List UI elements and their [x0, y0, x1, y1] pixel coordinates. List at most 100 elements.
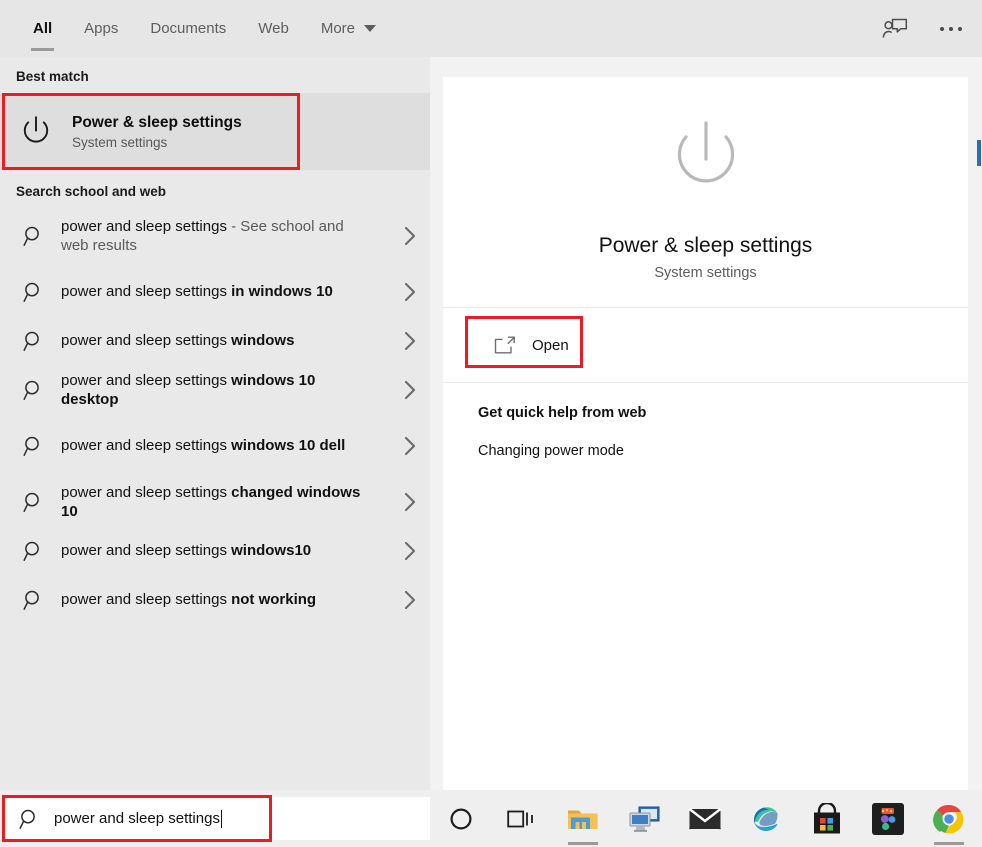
list-item[interactable]: power and sleep settings - See school an… [0, 208, 430, 264]
suggestion-text: power and sleep settings changed windows… [52, 483, 390, 522]
windows-search-flyout: All Apps Documents Web More [0, 0, 982, 847]
suggestion-plain: power and sleep settings [61, 437, 231, 454]
power-icon [658, 115, 754, 211]
chevron-right-icon[interactable] [390, 226, 430, 246]
tab-all-label: All [33, 20, 52, 37]
tab-more-label: More [321, 20, 355, 37]
best-match-result[interactable]: Power & sleep settings System settings [0, 93, 430, 170]
tab-list: All Apps Documents Web More [0, 0, 392, 57]
suggestion-plain: power and sleep settings [61, 542, 231, 559]
open-button[interactable]: Open [478, 323, 593, 367]
text-cursor [221, 810, 222, 828]
suggestion-text: power and sleep settings in windows 10 [52, 282, 390, 302]
tab-all[interactable]: All [17, 0, 68, 57]
preview-card: Power & sleep settings System settings O… [443, 77, 968, 805]
search-icon [16, 589, 52, 611]
preview-title: Power & sleep settings [443, 234, 968, 258]
search-icon [16, 491, 52, 513]
search-icon [16, 435, 52, 457]
taskbar-item-file-explorer[interactable] [552, 790, 613, 847]
feedback-person-icon[interactable] [874, 8, 916, 50]
suggestion-plain: power and sleep settings [61, 283, 231, 300]
taskbar-bar: power and sleep settings [0, 790, 982, 847]
power-icon [14, 113, 58, 151]
taskbar-item-task-view[interactable] [491, 790, 552, 847]
best-match-title: Power & sleep settings [72, 113, 242, 132]
list-item[interactable]: power and sleep settings changed windows… [0, 474, 430, 530]
list-item[interactable]: power and sleep settings windows [0, 320, 430, 362]
tab-apps[interactable]: Apps [68, 0, 134, 57]
preview-card-filler [443, 475, 968, 805]
taskbar-item-figma[interactable] [857, 790, 918, 847]
taskbar-item-mail[interactable] [674, 790, 735, 847]
taskbar-item-cortana[interactable] [430, 790, 491, 847]
search-input[interactable]: power and sleep settings [6, 797, 430, 840]
preview-panel: Power & sleep settings System settings O… [430, 57, 982, 790]
tab-web-label: Web [258, 20, 289, 37]
chevron-right-icon[interactable] [390, 541, 430, 561]
chevron-right-icon[interactable] [390, 436, 430, 456]
search-icon [16, 281, 52, 303]
best-match-header: Best match [0, 57, 430, 93]
chevron-right-icon[interactable] [390, 492, 430, 512]
chevron-right-icon[interactable] [390, 331, 430, 351]
open-in-new-icon [492, 335, 518, 355]
search-icon [16, 540, 52, 562]
search-input-value: power and sleep settings [54, 810, 220, 827]
preview-subtitle: System settings [443, 265, 968, 281]
open-button-label: Open [532, 337, 569, 354]
suggestion-text: power and sleep settings not working [52, 590, 390, 610]
quick-help-section: Get quick help from web Changing power m… [443, 383, 968, 475]
tab-apps-label: Apps [84, 20, 118, 37]
chevron-down-icon [364, 25, 376, 32]
suggestion-text: power and sleep settings - See school an… [52, 217, 390, 256]
suggestion-plain: power and sleep settings [61, 372, 231, 389]
suggestion-plain: power and sleep settings [61, 218, 227, 235]
search-icon [16, 225, 52, 247]
suggestion-plain: power and sleep settings [61, 332, 231, 349]
tab-web[interactable]: Web [242, 0, 305, 57]
suggestion-bold: windows [231, 332, 294, 349]
taskbar [430, 790, 982, 847]
list-item[interactable]: power and sleep settings windows10 [0, 530, 430, 572]
quick-help-link[interactable]: Changing power mode [478, 443, 968, 459]
search-tab-bar: All Apps Documents Web More [0, 0, 982, 57]
running-indicator [568, 842, 598, 845]
suggestion-text: power and sleep settings windows 10 desk… [52, 371, 390, 410]
preview-actions: Open [443, 308, 968, 382]
tab-bar-actions [874, 0, 972, 57]
suggestion-bold: windows 10 dell [231, 437, 345, 454]
taskbar-item-chrome[interactable] [918, 790, 979, 847]
list-item[interactable]: power and sleep settings in windows 10 [0, 264, 430, 320]
chevron-right-icon[interactable] [390, 590, 430, 610]
search-icon [6, 808, 54, 830]
results-panel: Best match Power & sleep settings System… [0, 57, 430, 790]
suggestion-bold: in windows 10 [231, 283, 333, 300]
tab-documents[interactable]: Documents [134, 0, 242, 57]
preview-hero: Power & sleep settings System settings [443, 77, 968, 307]
more-options-button[interactable] [930, 8, 972, 50]
suggestion-bold: not working [231, 591, 316, 608]
list-item[interactable]: power and sleep settings windows 10 dell [0, 418, 430, 474]
suggestion-plain: power and sleep settings [61, 484, 231, 501]
search-icon [16, 330, 52, 352]
taskbar-item-edge[interactable] [735, 790, 796, 847]
suggestion-bold: windows10 [231, 542, 311, 559]
tab-more[interactable]: More [305, 0, 392, 57]
suggestion-plain: power and sleep settings [61, 591, 231, 608]
chevron-right-icon[interactable] [390, 282, 430, 302]
desktop-edge-strip [974, 57, 982, 790]
desktop-edge-sliver [977, 140, 981, 166]
list-item[interactable]: power and sleep settings windows 10 desk… [0, 362, 430, 418]
running-indicator [934, 842, 964, 845]
search-icon [16, 379, 52, 401]
taskbar-item-remote-desktop[interactable] [613, 790, 674, 847]
chevron-right-icon[interactable] [390, 380, 430, 400]
list-item[interactable]: power and sleep settings not working [0, 572, 430, 628]
quick-help-title: Get quick help from web [478, 405, 968, 421]
suggestion-text: power and sleep settings windows 10 dell [52, 436, 390, 456]
taskbar-item-microsoft-store[interactable] [796, 790, 857, 847]
search-web-header: Search school and web [0, 170, 430, 208]
suggestion-text: power and sleep settings windows10 [52, 541, 390, 561]
ellipsis-icon [940, 27, 962, 31]
